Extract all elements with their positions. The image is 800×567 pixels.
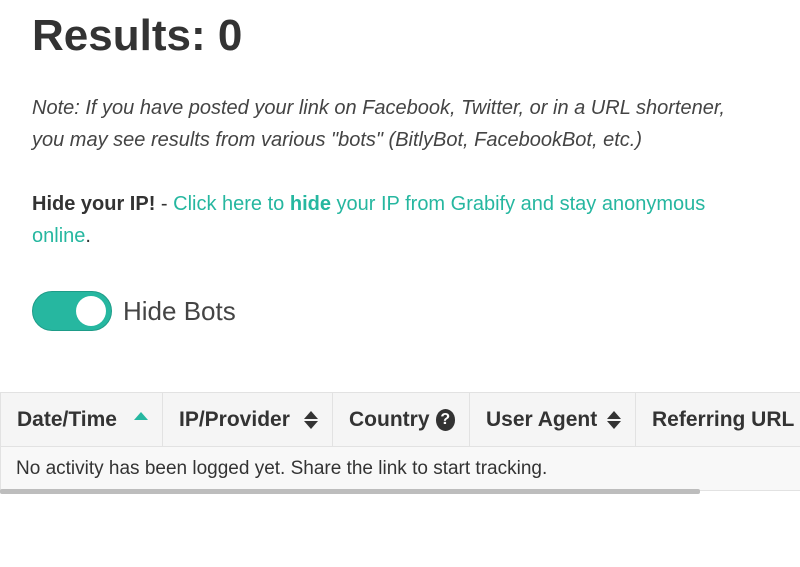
hide-bots-label: Hide Bots xyxy=(123,295,236,326)
column-header-country[interactable]: Country? xyxy=(332,392,470,447)
column-label-referring-url: Referring URL xyxy=(652,407,795,431)
column-header-datetime[interactable]: Date/Time xyxy=(0,392,163,447)
empty-table-message: No activity has been logged yet. Share t… xyxy=(0,446,800,491)
results-count-title: Results: 0 xyxy=(32,11,243,60)
hide-ip-period: . xyxy=(85,225,91,247)
column-header-referring-url[interactable]: Referring URL xyxy=(635,392,800,447)
bots-note: Note: If you have posted your link on Fa… xyxy=(32,97,725,151)
hide-ip-label: Hide your IP! xyxy=(32,193,156,215)
hide-ip-link-bold: hide xyxy=(289,193,331,215)
results-table-container: Date/Time IP/Provider Country? User Agen… xyxy=(0,392,800,491)
column-header-ip-provider[interactable]: IP/Provider xyxy=(162,392,333,447)
table-header-row: Date/Time IP/Provider Country? User Agen… xyxy=(0,392,800,447)
table-row: No activity has been logged yet. Share t… xyxy=(0,446,800,491)
sort-icon xyxy=(607,410,621,430)
column-header-user-agent[interactable]: User Agent xyxy=(469,392,636,447)
hide-bots-row: Hide Bots xyxy=(32,290,236,332)
sort-icon xyxy=(304,410,318,430)
column-label-datetime: Date/Time xyxy=(17,407,117,431)
horizontal-scrollbar[interactable] xyxy=(0,489,700,494)
sort-up-icon xyxy=(134,411,148,420)
column-label-ip-provider: IP/Provider xyxy=(179,407,290,431)
hide-ip-link-pre: Click here to xyxy=(173,193,290,215)
results-table: Date/Time IP/Provider Country? User Agen… xyxy=(0,392,800,491)
hide-bots-toggle[interactable] xyxy=(32,291,112,331)
hide-ip-separator: - xyxy=(155,193,174,215)
question-circle-icon[interactable]: ? xyxy=(435,408,455,431)
column-label-country: Country xyxy=(349,407,430,431)
column-label-user-agent: User Agent xyxy=(486,407,598,431)
hide-ip-message: Hide your IP! - Click here to hide your … xyxy=(32,188,762,252)
toggle-knob xyxy=(76,296,106,326)
